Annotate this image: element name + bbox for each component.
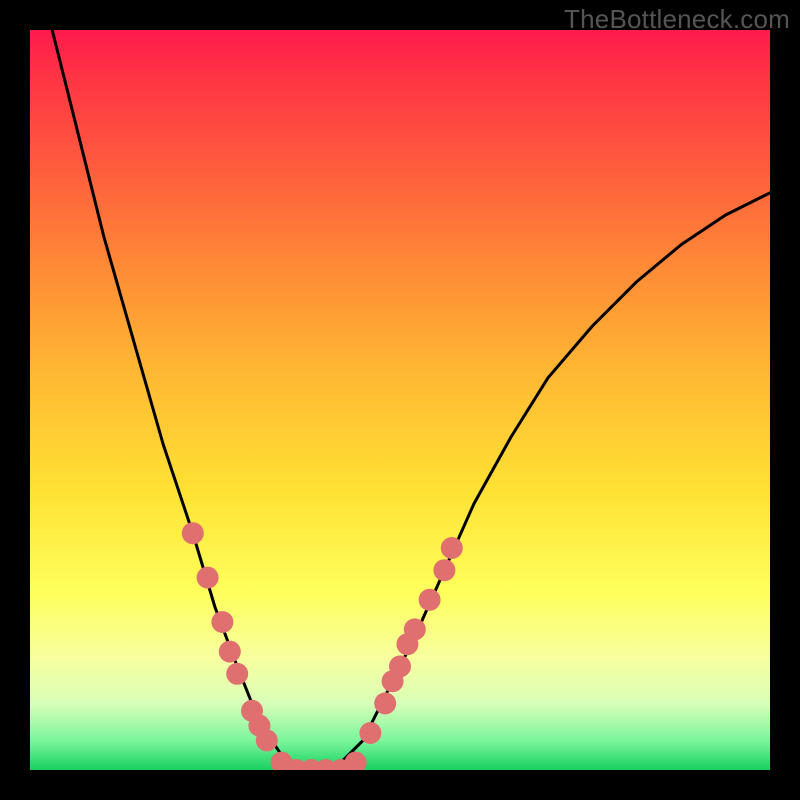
data-marker bbox=[389, 655, 411, 677]
chart-frame: TheBottleneck.com bbox=[0, 0, 800, 800]
data-marker bbox=[182, 522, 204, 544]
data-marker bbox=[359, 722, 381, 744]
data-marker bbox=[226, 663, 248, 685]
plot-area bbox=[30, 30, 770, 770]
chart-svg bbox=[30, 30, 770, 770]
data-marker bbox=[433, 559, 455, 581]
curve-layer bbox=[52, 30, 770, 770]
data-marker bbox=[219, 641, 241, 663]
data-marker bbox=[211, 611, 233, 633]
data-marker bbox=[197, 567, 219, 589]
curve-path bbox=[52, 30, 770, 770]
data-marker bbox=[256, 729, 278, 751]
marker-layer bbox=[182, 522, 463, 770]
data-marker bbox=[374, 692, 396, 714]
data-marker bbox=[404, 618, 426, 640]
data-marker bbox=[441, 537, 463, 559]
data-marker bbox=[419, 589, 441, 611]
